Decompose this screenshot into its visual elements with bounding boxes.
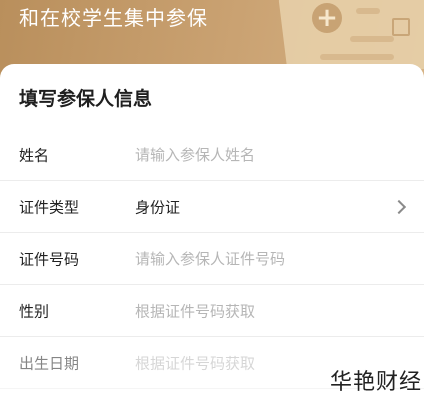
id-number-row[interactable]: 证件号码 <box>0 234 424 285</box>
illustration-line <box>350 36 394 42</box>
form-title: 填写参保人信息 <box>19 88 153 110</box>
id-number-label: 证件号码 <box>19 250 80 269</box>
id-type-value[interactable]: 身份证 <box>135 197 180 218</box>
id-number-input[interactable] <box>135 247 385 271</box>
gender-label: 性别 <box>19 302 50 321</box>
name-label: 姓名 <box>19 146 50 165</box>
plus-icon: + <box>312 3 342 33</box>
insured-info-form: 填写参保人信息 姓名 证件类型 身份证 证件号码 性别 根据证件号码获取 出生日… <box>0 64 424 400</box>
gender-value: 根据证件号码获取 <box>135 302 256 321</box>
birth-date-value: 根据证件号码获取 <box>135 354 256 373</box>
checkbox-icon <box>392 18 410 36</box>
watermark: 华艳财经 <box>329 370 422 395</box>
gender-row: 性别 根据证件号码获取 <box>0 286 424 337</box>
id-type-row[interactable]: 证件类型 身份证 <box>0 182 424 233</box>
chevron-right-icon[interactable] <box>391 199 407 215</box>
banner-title: 和在校学生集中参保 <box>19 6 208 30</box>
illustration-line <box>356 8 380 14</box>
name-row[interactable]: 姓名 <box>0 130 424 181</box>
birth-date-label: 出生日期 <box>19 354 80 373</box>
id-type-label: 证件类型 <box>19 198 80 217</box>
name-input[interactable] <box>135 143 385 167</box>
illustration-line <box>320 54 394 60</box>
